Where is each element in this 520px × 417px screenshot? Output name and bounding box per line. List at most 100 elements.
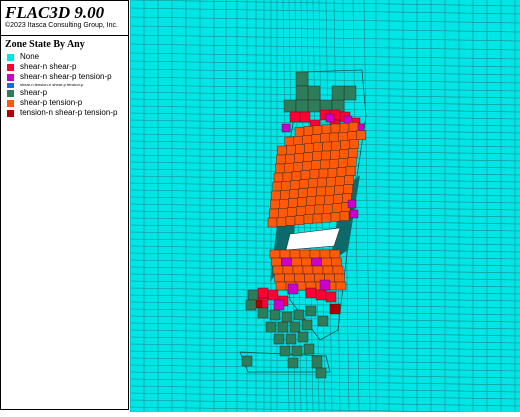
zone-cell [331, 203, 342, 213]
zone-cell [281, 123, 291, 133]
zone-cell [338, 131, 349, 142]
zone-cell [331, 140, 341, 151]
legend-label: shear-p tension-p [20, 98, 83, 107]
zone-cell [275, 281, 287, 291]
zone-cell [273, 172, 284, 183]
zone-cell [281, 311, 293, 323]
legend-label: None [20, 52, 40, 61]
legend-swatch [7, 82, 14, 88]
zone-cell [334, 185, 344, 195]
zone-cell [319, 249, 331, 259]
legend-swatch [7, 89, 14, 97]
zone-cell [321, 257, 332, 267]
legend-swatch [7, 53, 14, 61]
zone-cell [311, 257, 322, 267]
zone-cell [311, 134, 322, 144]
zone-cell [334, 273, 345, 283]
zone-cell [312, 265, 324, 275]
zone-cell [295, 71, 309, 87]
zone-cell [331, 85, 345, 101]
zone-cell [329, 303, 341, 315]
zone-cell [344, 175, 355, 185]
zone-cell [301, 161, 312, 171]
zone-cell [304, 205, 315, 216]
legend-label: shear-n shear-p [20, 62, 77, 71]
zone-cell [348, 122, 359, 132]
zone-cell [305, 287, 317, 299]
zone-cell [335, 281, 347, 291]
zone-cell [301, 257, 312, 267]
zone-cell [279, 249, 291, 259]
zone-cell [295, 85, 309, 101]
legend-item: None [7, 52, 117, 62]
zone-cell [295, 206, 306, 216]
legend-swatch [7, 63, 14, 71]
zone-cell [298, 188, 308, 198]
zone-cell [348, 148, 358, 158]
zone-cell [330, 149, 340, 160]
zone-cell [257, 307, 269, 319]
zone-cell [267, 217, 278, 228]
zone-cell [305, 305, 317, 317]
zone-cell [279, 198, 289, 209]
zone-cell [277, 207, 288, 218]
zone-cell [290, 180, 301, 190]
zone-cell [281, 257, 292, 267]
zone-cell [285, 216, 296, 226]
zone-cell [319, 279, 331, 291]
zone-cell [291, 257, 302, 267]
zone-cell [291, 171, 302, 181]
zone-cell [294, 153, 304, 163]
zone-cell [324, 194, 334, 205]
zone-cell [307, 99, 321, 113]
model-plot [129, 0, 520, 417]
title-divider [1, 35, 128, 36]
zone-cell [294, 126, 305, 137]
zone-cell [339, 122, 350, 133]
zone-cell [297, 197, 307, 207]
legend-label: tension-n shear-p tension-p [20, 108, 118, 117]
zone-cell [267, 289, 279, 301]
zone-cell [277, 145, 287, 156]
zone-cell [312, 125, 323, 135]
legend-list: None shear-n shear-p shear-n shear-p tensi… [7, 52, 117, 118]
zone-cell [320, 133, 331, 144]
zone-cell [282, 265, 294, 275]
zone-cell [329, 132, 340, 143]
zone-cell [304, 143, 314, 153]
zone-cell [321, 150, 331, 161]
zone-cell [322, 203, 333, 214]
zone-cell [271, 190, 281, 201]
zone-cell [307, 187, 317, 198]
zone-cell [287, 357, 299, 369]
zone-cell [297, 331, 309, 343]
zone-cell [356, 130, 367, 140]
zone-cell [257, 287, 269, 299]
zone-cell [304, 273, 315, 283]
zone-cell [330, 123, 341, 134]
zone-cell [281, 180, 292, 191]
zone-cell [299, 179, 310, 189]
legend-title: Zone State By Any [5, 39, 85, 50]
zone-cell [327, 167, 338, 178]
zone-cell [295, 99, 309, 113]
zone-cell [315, 195, 325, 206]
zone-cell [245, 299, 257, 311]
legend-label: shear-p [20, 88, 48, 97]
zone-cell [276, 154, 286, 165]
zone-cell [311, 355, 323, 369]
zone-cell [301, 319, 313, 331]
zone-cell [287, 283, 299, 295]
zone-cell [310, 160, 321, 171]
zone-cell [319, 159, 330, 170]
zone-cell [321, 124, 332, 135]
zone-cell [274, 163, 285, 174]
model-viewport[interactable] [129, 0, 520, 417]
zone-cell [303, 126, 314, 136]
legend-panel: FLAC3D 9.00 ©2023 Itasca Consulting Grou… [0, 0, 129, 410]
zone-cell [315, 367, 327, 379]
zone-cell [289, 189, 299, 199]
zone-cell [269, 249, 281, 259]
zone-cell [326, 176, 337, 187]
zone-cell [329, 249, 341, 259]
